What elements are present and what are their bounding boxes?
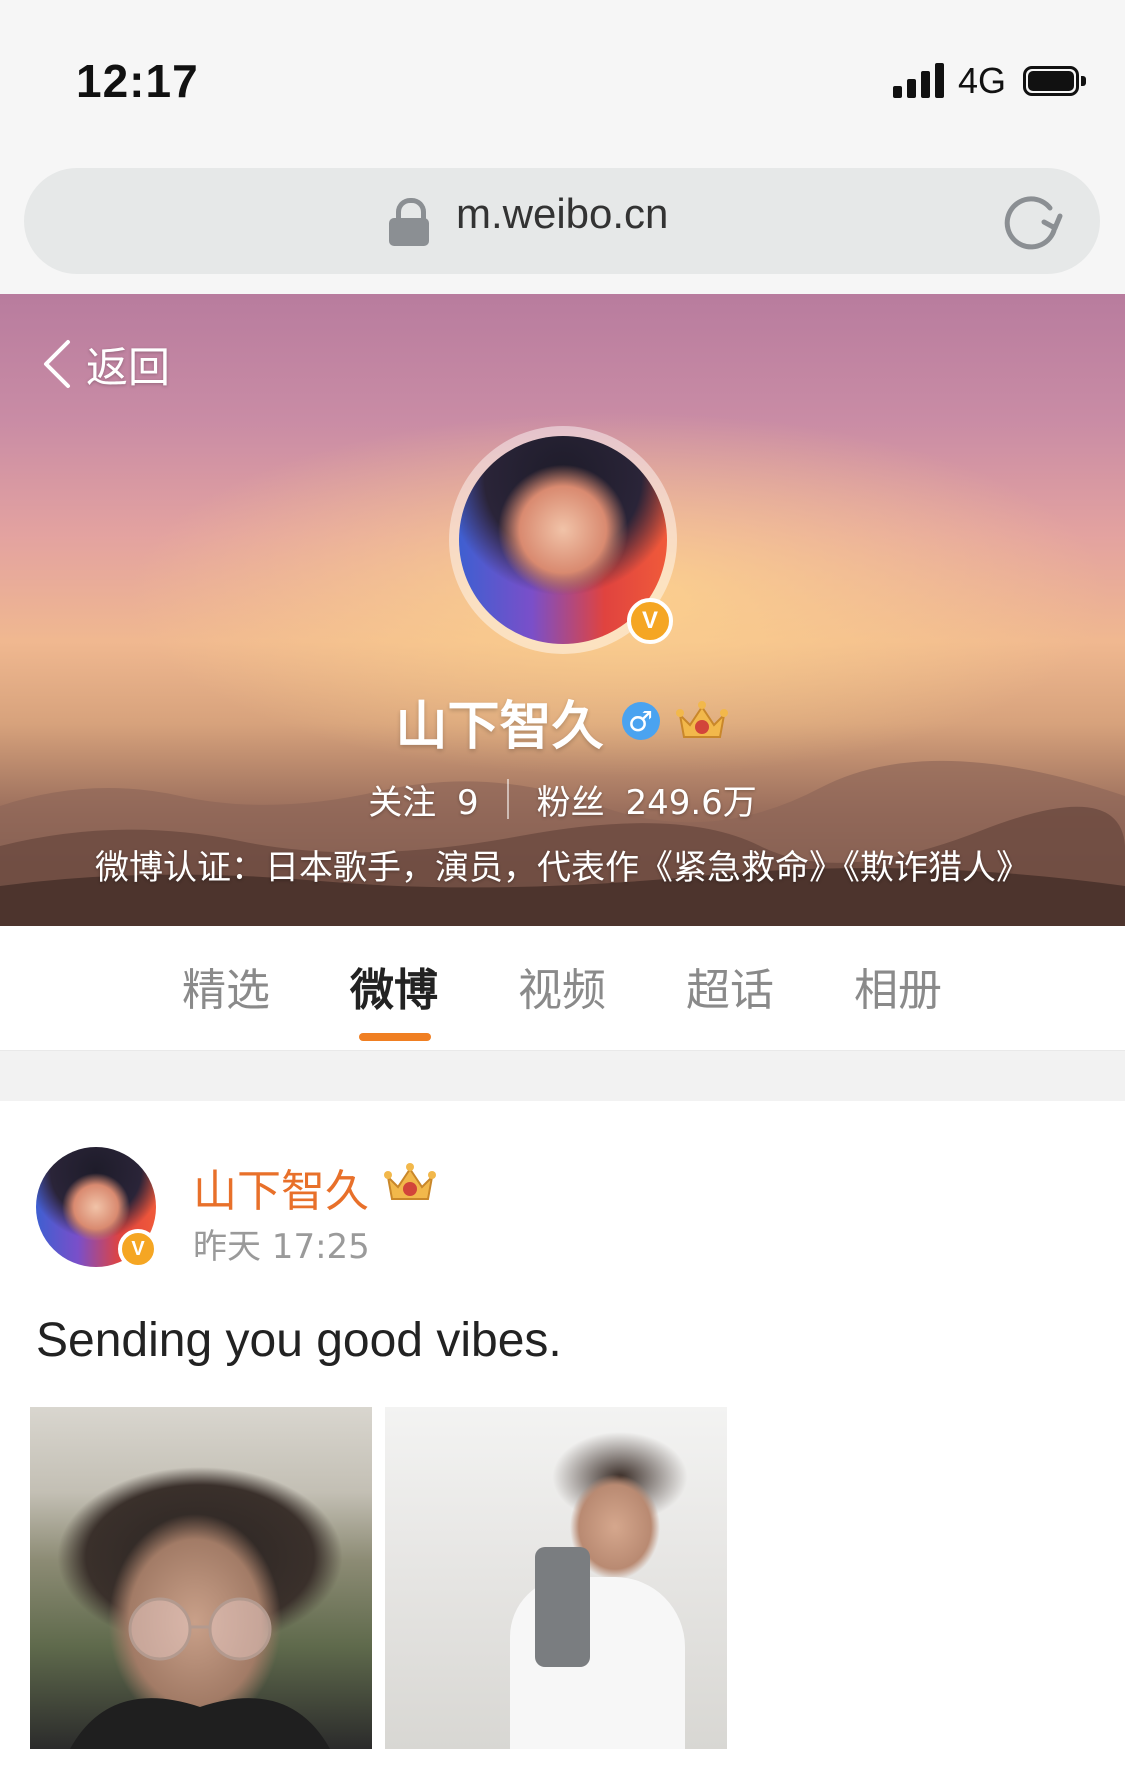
profile-tabs: 精选 微博 视频 超话 相册	[0, 926, 1125, 1050]
verified-badge-icon: V	[118, 1229, 158, 1269]
post-timestamp: 昨天 17:25	[193, 1227, 370, 1267]
tab-weibo[interactable]: 微博	[334, 954, 454, 1018]
chevron-left-icon	[44, 340, 70, 388]
crown-icon[interactable]	[382, 1161, 438, 1205]
phone-shape	[535, 1547, 590, 1667]
verified-badge-icon: V	[627, 598, 673, 644]
followers-stat[interactable]: 粉丝 249.6万	[537, 775, 757, 824]
tab-super-topic[interactable]: 超话	[670, 954, 790, 1018]
profile-name: 山下智久	[395, 696, 604, 757]
verification-text: 微博认证：日本歌手，演员，代表作《紧急救命》《欺诈猎人》	[95, 848, 1030, 888]
network-type: 4G	[958, 60, 1007, 101]
browser-bar: m.weibo.cn	[0, 150, 1125, 294]
reload-icon[interactable]	[998, 188, 1064, 254]
post-image-2[interactable]	[385, 1407, 727, 1749]
post-image-1[interactable]	[30, 1407, 372, 1749]
post-card: V 山下智久 昨天 17:25 Sending you good vibes.	[0, 1101, 1125, 1779]
status-bar: 12:17 4G	[0, 0, 1125, 150]
crown-icon[interactable]	[674, 699, 730, 743]
tab-video[interactable]: 视频	[502, 954, 622, 1018]
followers-label: 粉丝	[536, 782, 605, 823]
section-divider	[0, 1050, 1125, 1102]
following-stat[interactable]: 关注 9	[368, 775, 478, 824]
url-text[interactable]: m.weibo.cn	[456, 190, 668, 238]
stats-row: 关注 9 粉丝 249.6万	[0, 774, 1125, 824]
tab-featured[interactable]: 精选	[166, 954, 286, 1018]
active-tab-indicator	[359, 1033, 431, 1041]
post-text: Sending you good vibes.	[36, 1314, 562, 1367]
post-avatar[interactable]: V	[36, 1147, 158, 1269]
sunglasses-shape	[70, 1597, 330, 1749]
followers-count: 249.6万	[625, 782, 757, 823]
back-label: 返回	[86, 342, 171, 392]
profile-avatar[interactable]: V	[449, 426, 677, 654]
stat-divider	[506, 779, 509, 819]
following-label: 关注	[368, 782, 437, 823]
status-time: 12:17	[76, 55, 199, 107]
lock-icon	[389, 198, 429, 246]
back-button[interactable]: 返回	[40, 334, 170, 394]
address-bar[interactable]: m.weibo.cn	[24, 168, 1100, 274]
following-count: 9	[457, 782, 479, 823]
male-gender-icon: ♂	[621, 702, 660, 740]
battery-icon	[1023, 66, 1086, 96]
profile-header: 返回 V 山下智久 ♂ 关注 9 粉丝 249.6万 微博认证：日本歌手，演员，…	[0, 294, 1125, 926]
post-author-name[interactable]: 山下智久	[193, 1155, 369, 1219]
signal-icon	[893, 62, 945, 98]
profile-name-row: 山下智久 ♂	[0, 686, 1125, 757]
tab-album[interactable]: 相册	[838, 954, 958, 1018]
